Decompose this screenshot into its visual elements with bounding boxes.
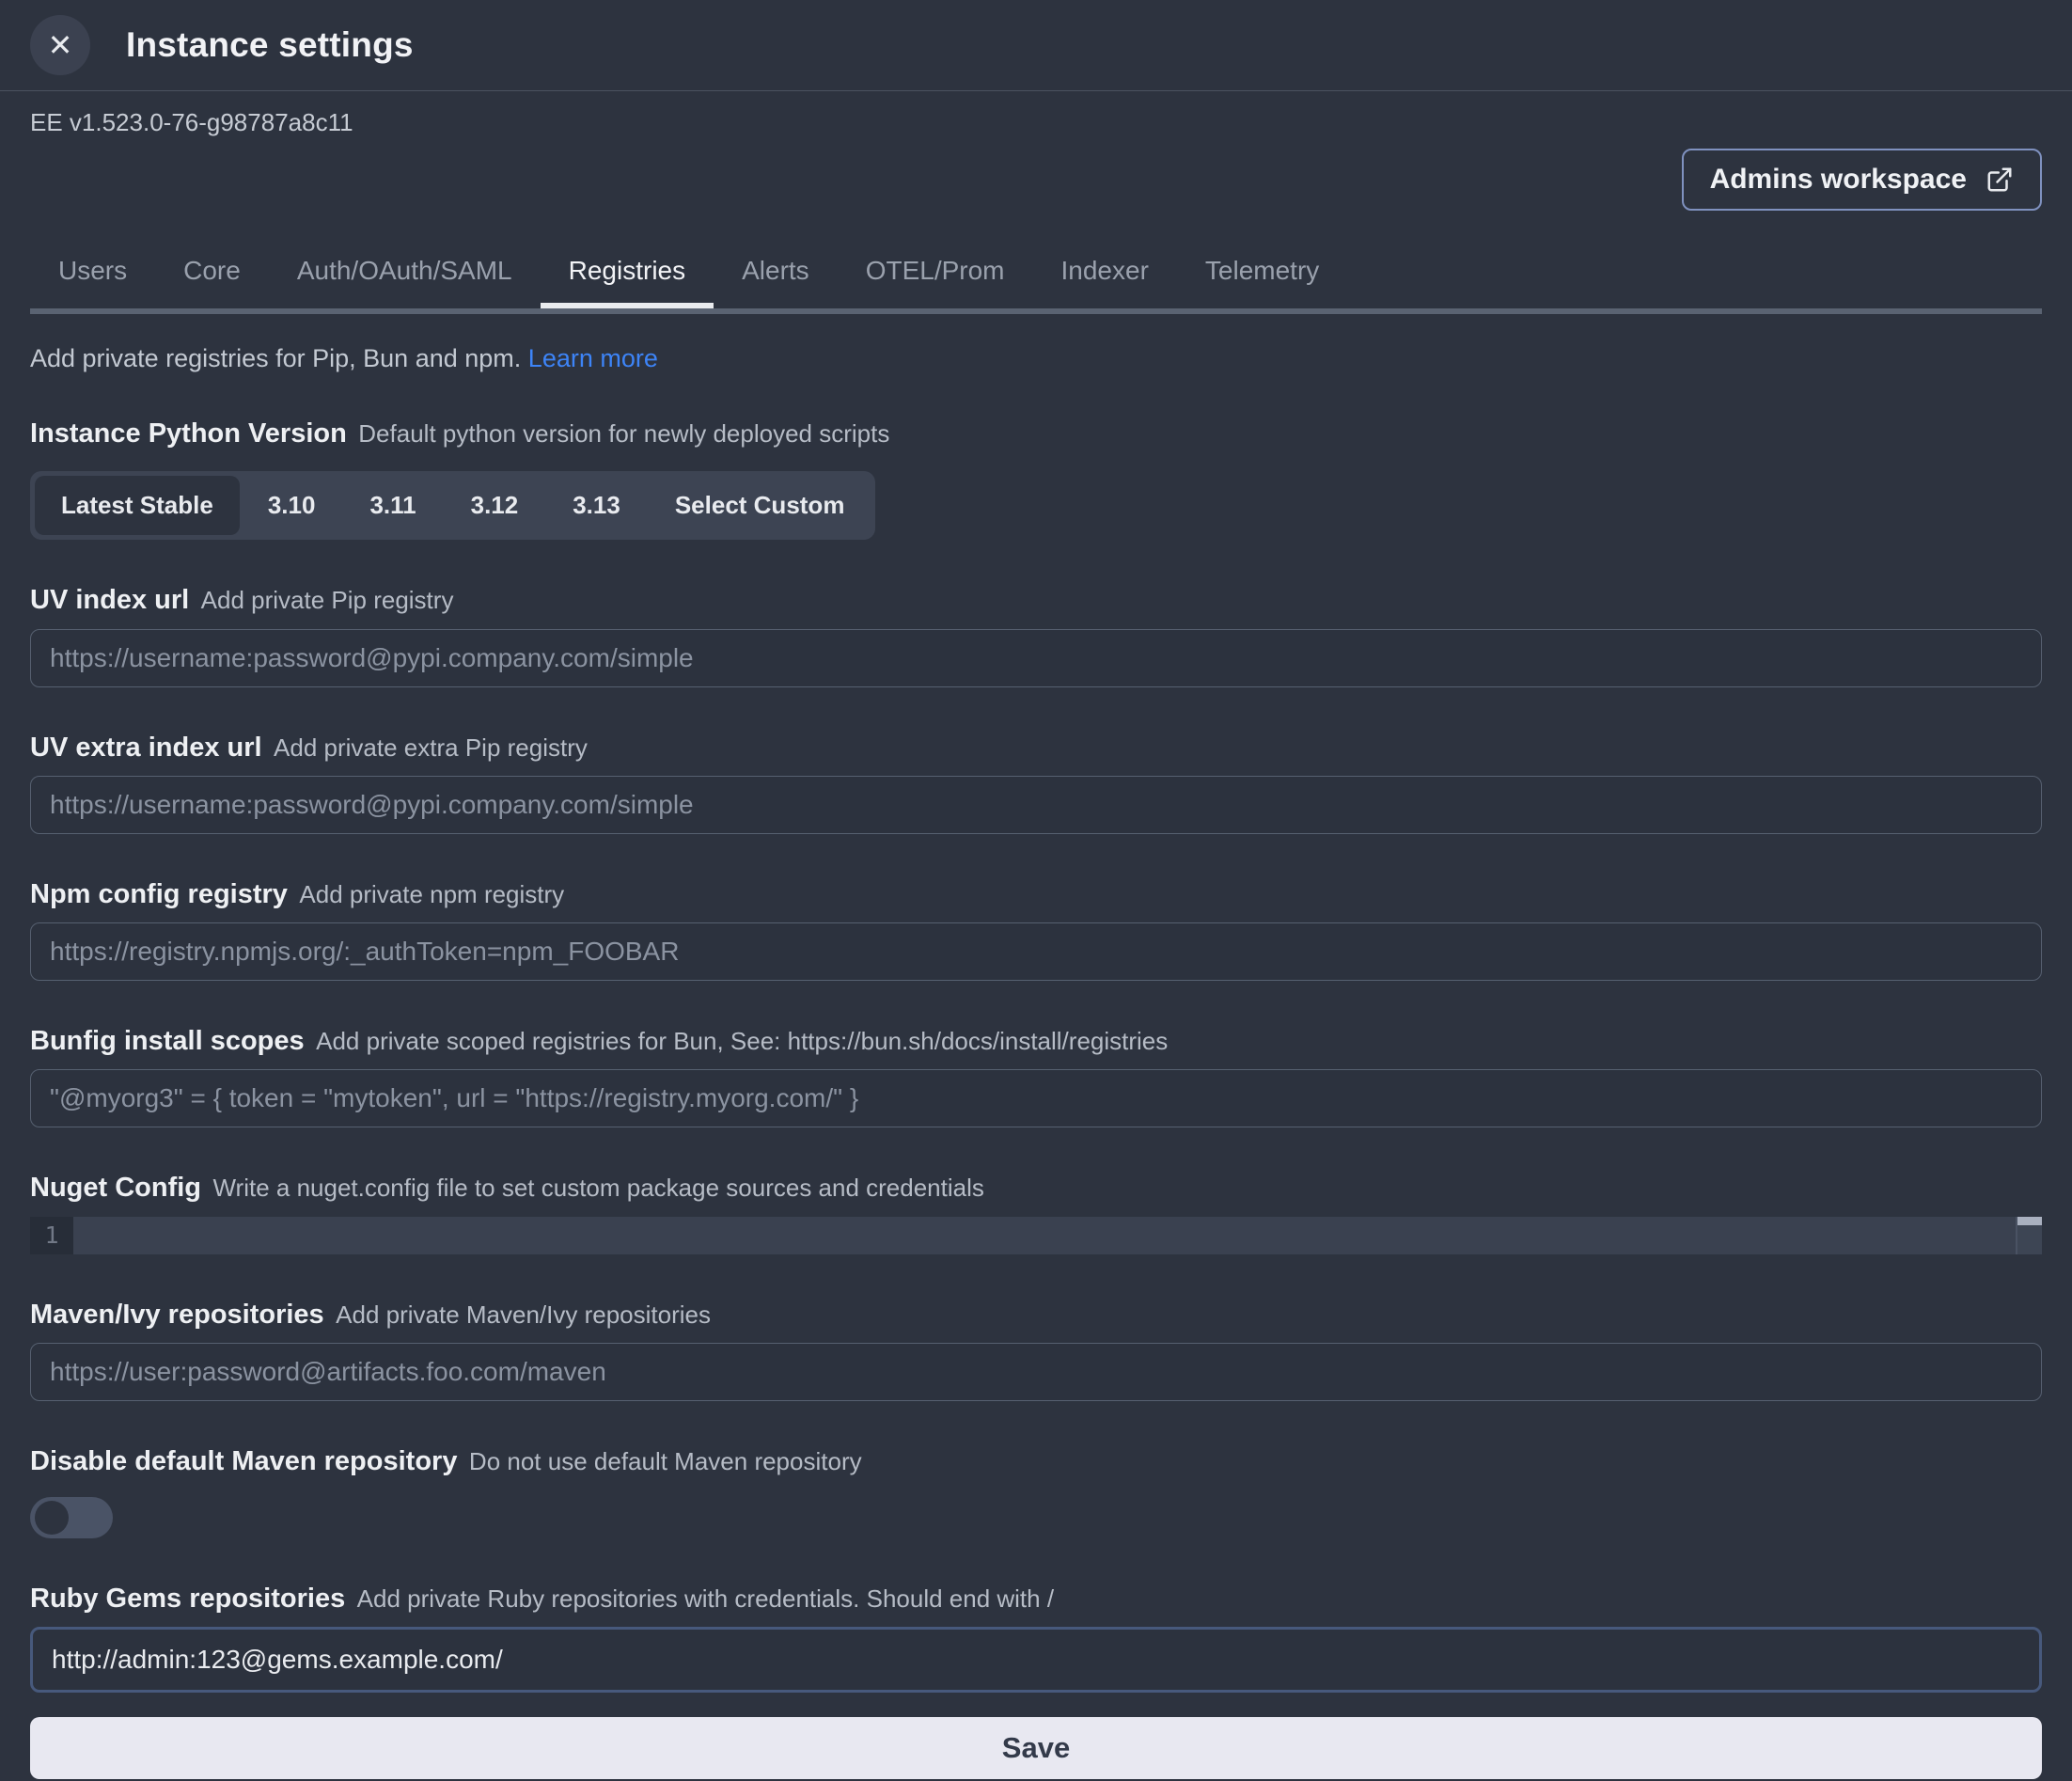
editor-minimap[interactable]: [2016, 1217, 2042, 1254]
tab-bar: Users Core Auth/OAuth/SAML Registries Al…: [30, 256, 2042, 314]
uv-extra-index-url-section: UV extra index url Add private extra Pip…: [30, 731, 2042, 834]
python-version-group: Latest Stable 3.10 3.11 3.12 3.13 Select…: [30, 471, 875, 540]
intro-text: Add private registries for Pip, Bun and …: [30, 344, 2042, 373]
admins-workspace-row: Admins workspace: [30, 149, 2042, 211]
nuget-config-section: Nuget Config Write a nuget.config file t…: [30, 1171, 2042, 1253]
editor-minimap-slider[interactable]: [2017, 1217, 2042, 1225]
tab-registries[interactable]: Registries: [569, 256, 685, 308]
uv-index-url-title: UV index url: [30, 585, 189, 615]
tab-telemetry[interactable]: Telemetry: [1205, 256, 1319, 308]
python-option-3-10[interactable]: 3.10: [242, 476, 342, 535]
npm-config-registry-section: Npm config registry Add private npm regi…: [30, 877, 2042, 981]
uv-extra-index-url-description: Add private extra Pip registry: [274, 733, 588, 762]
python-version-section: Instance Python Version Default python v…: [30, 417, 2042, 540]
bunfig-install-scopes-section: Bunfig install scopes Add private scoped…: [30, 1024, 2042, 1127]
tab-users[interactable]: Users: [58, 256, 127, 308]
version-label: EE v1.523.0-76-g98787a8c11: [30, 108, 2042, 137]
uv-extra-index-url-title: UV extra index url: [30, 733, 262, 763]
python-version-description: Default python version for newly deploye…: [358, 419, 889, 448]
python-option-3-12[interactable]: 3.12: [445, 476, 545, 535]
uv-extra-index-url-input[interactable]: [30, 776, 2042, 834]
maven-ivy-repositories-section: Maven/Ivy repositories Add private Maven…: [30, 1298, 2042, 1401]
maven-ivy-repositories-input[interactable]: [30, 1343, 2042, 1401]
disable-default-maven-section: Disable default Maven repository Do not …: [30, 1444, 2042, 1538]
npm-config-registry-input[interactable]: [30, 922, 2042, 981]
maven-ivy-repositories-description: Add private Maven/Ivy repositories: [336, 1300, 711, 1329]
nuget-config-title: Nuget Config: [30, 1173, 201, 1203]
ruby-gems-repositories-section: Ruby Gems repositories Add private Ruby …: [30, 1582, 2042, 1693]
ruby-gems-repositories-description: Add private Ruby repositories with crede…: [357, 1584, 1054, 1613]
npm-config-registry-title: Npm config registry: [30, 879, 288, 909]
disable-default-maven-description: Do not use default Maven repository: [469, 1447, 862, 1475]
close-icon: ✕: [48, 27, 73, 63]
disable-default-maven-title: Disable default Maven repository: [30, 1446, 457, 1476]
bunfig-install-scopes-title: Bunfig install scopes: [30, 1026, 305, 1056]
toggle-knob: [35, 1501, 69, 1535]
save-button[interactable]: Save: [30, 1717, 2042, 1779]
python-version-title: Instance Python Version: [30, 418, 347, 449]
page-title: Instance settings: [126, 25, 414, 65]
python-option-3-13[interactable]: 3.13: [546, 476, 647, 535]
nuget-config-description: Write a nuget.config file to set custom …: [212, 1174, 983, 1202]
maven-ivy-repositories-title: Maven/Ivy repositories: [30, 1300, 324, 1330]
external-link-icon: [1986, 165, 2014, 194]
python-option-select-custom[interactable]: Select Custom: [649, 476, 871, 535]
python-option-3-11[interactable]: 3.11: [343, 476, 442, 535]
ruby-gems-repositories-input[interactable]: [30, 1627, 2042, 1693]
editor-code-area[interactable]: [73, 1217, 2016, 1254]
npm-config-registry-description: Add private npm registry: [299, 880, 564, 908]
header: ✕ Instance settings: [0, 0, 2072, 90]
close-button[interactable]: ✕: [30, 15, 90, 75]
tabs-row: Users Core Auth/OAuth/SAML Registries Al…: [30, 256, 2042, 308]
disable-default-maven-toggle[interactable]: [30, 1497, 113, 1538]
content: Windmill EE v1.523.0-76-g98787a8c11 Admi…: [0, 91, 2072, 1779]
tab-indexer[interactable]: Indexer: [1061, 256, 1149, 308]
tab-alerts[interactable]: Alerts: [742, 256, 809, 308]
editor-line-number: 1: [30, 1217, 73, 1254]
clipped-app-name: Windmill: [30, 91, 2042, 101]
instance-settings-page: ✕ Instance settings Windmill EE v1.523.0…: [0, 0, 2072, 1781]
uv-index-url-description: Add private Pip registry: [201, 586, 454, 614]
tab-core[interactable]: Core: [183, 256, 241, 308]
ruby-gems-repositories-title: Ruby Gems repositories: [30, 1584, 345, 1614]
python-option-latest-stable[interactable]: Latest Stable: [35, 476, 240, 535]
tab-track: [30, 308, 2042, 314]
tab-otel-prom[interactable]: OTEL/Prom: [866, 256, 1005, 308]
admins-workspace-button[interactable]: Admins workspace: [1682, 149, 2042, 211]
nuget-config-editor[interactable]: 1: [30, 1217, 2042, 1254]
bunfig-install-scopes-input[interactable]: [30, 1069, 2042, 1127]
uv-index-url-input[interactable]: [30, 629, 2042, 687]
bunfig-install-scopes-description: Add private scoped registries for Bun, S…: [316, 1027, 1168, 1055]
learn-more-link[interactable]: Learn more: [528, 344, 658, 372]
tab-auth-oauth-saml[interactable]: Auth/OAuth/SAML: [297, 256, 512, 308]
admins-workspace-label: Admins workspace: [1710, 164, 1967, 196]
uv-index-url-section: UV index url Add private Pip registry: [30, 583, 2042, 686]
